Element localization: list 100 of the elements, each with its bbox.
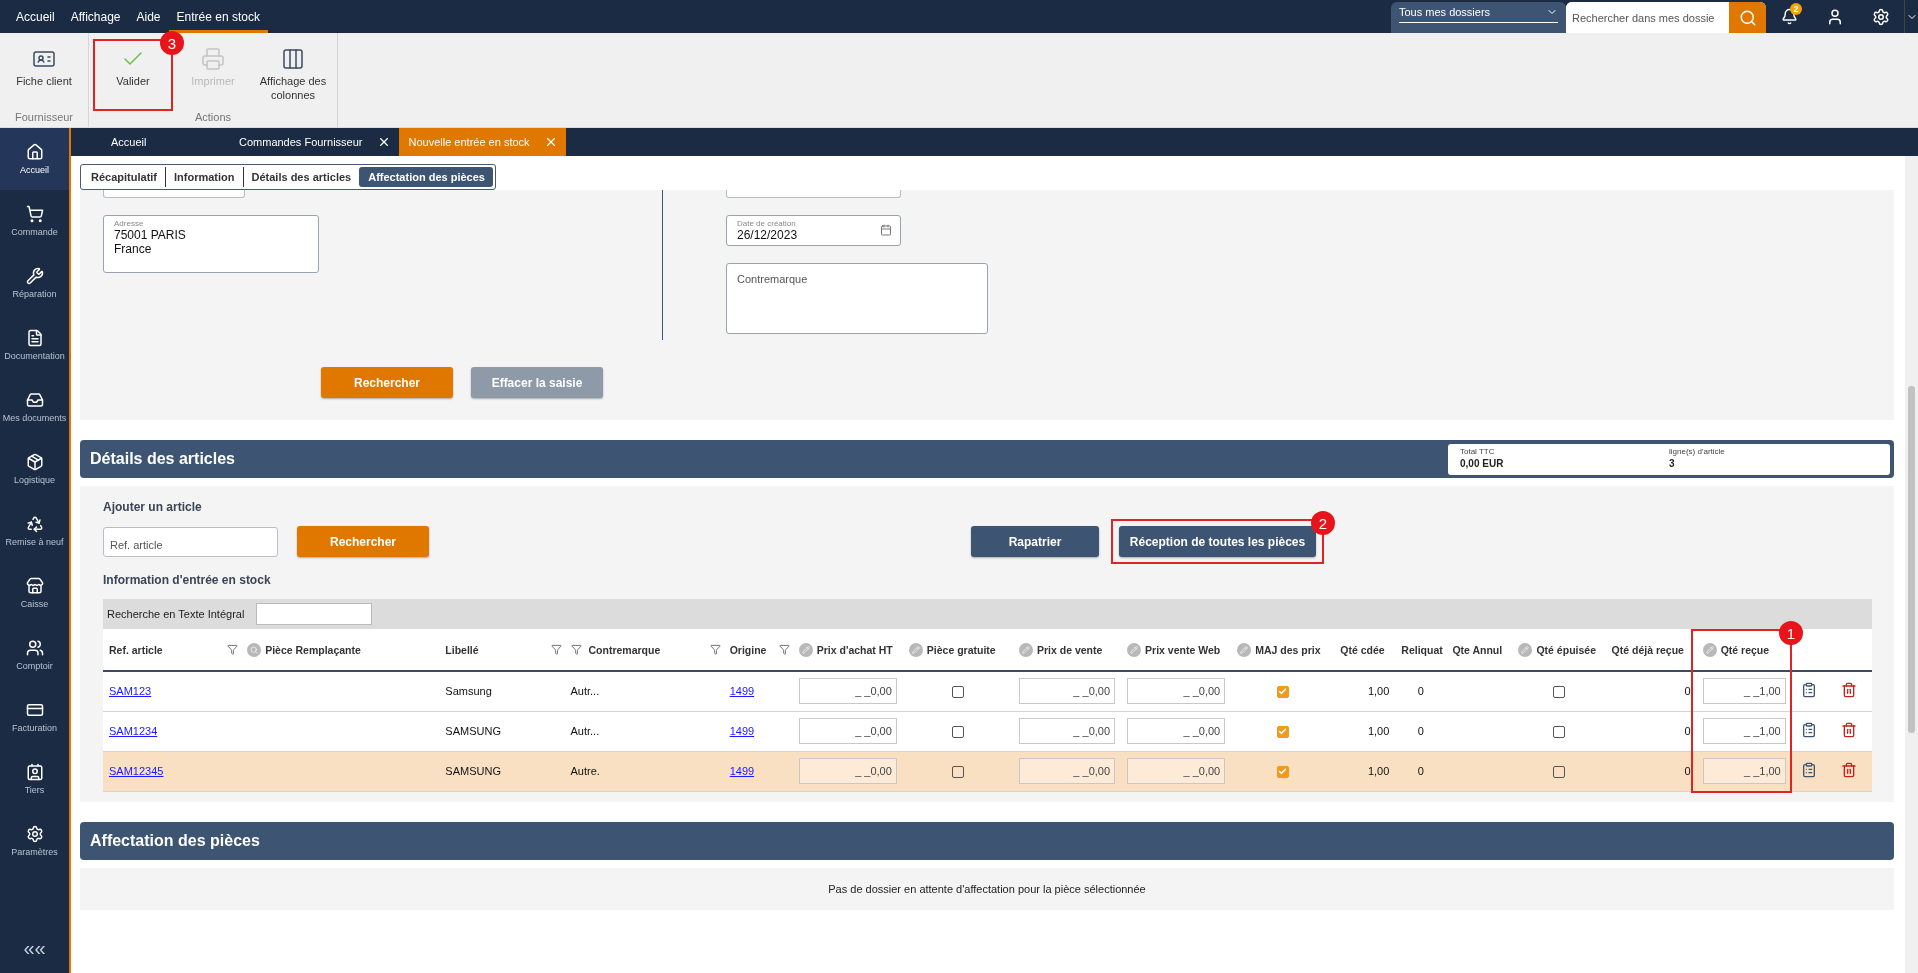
filter-icon[interactable]: [227, 644, 239, 655]
table-cell: 0: [1684, 765, 1691, 777]
number-field[interactable]: _ _1,00: [1702, 758, 1786, 784]
trash-icon[interactable]: [1840, 722, 1857, 738]
number-field[interactable]: _ _0,00: [798, 718, 897, 744]
sidebar-item[interactable]: Mes documents: [0, 376, 69, 438]
document-tab[interactable]: Commandes Fournisseur: [222, 128, 399, 156]
number-field[interactable]: _ _0,00: [1127, 678, 1226, 705]
ribbon-button[interactable]: Fiche client: [7, 42, 81, 108]
checkbox[interactable]: [1276, 725, 1289, 738]
sidebar-item[interactable]: Paramètres: [0, 810, 69, 872]
input-field[interactable]: [726, 190, 901, 198]
checkbox[interactable]: [1276, 685, 1289, 698]
address-field[interactable]: Adresse 75001 PARIS France: [103, 215, 319, 273]
column-title: Qté épuisée: [1536, 643, 1596, 656]
ribbon-button[interactable]: Affichage des colonnes: [256, 42, 330, 108]
repatriate-button[interactable]: Rapatrier: [971, 526, 1099, 557]
search-field[interactable]: Rechercher dans mes dossie: [1566, 2, 1766, 33]
filter-icon[interactable]: [570, 644, 582, 655]
checkbox[interactable]: [1553, 685, 1565, 698]
caret-button[interactable]: [1904, 0, 1918, 33]
number-field[interactable]: _ _1,00: [1702, 718, 1786, 744]
contact-card-icon: [25, 763, 44, 781]
subsection-title: Ajouter un article: [103, 500, 203, 514]
annotation-number: 3: [160, 31, 184, 55]
filter-icon[interactable]: [550, 644, 562, 655]
table-cell: Autre.: [570, 765, 600, 777]
section-tab[interactable]: Affectation des pièces: [359, 167, 493, 187]
number-field[interactable]: _ _0,00: [1127, 718, 1226, 744]
edit-icon: [1237, 642, 1252, 657]
sidebar-item[interactable]: Commande: [0, 190, 69, 252]
table-cell: 0: [1417, 765, 1424, 777]
menu-item[interactable]: Accueil: [8, 0, 63, 33]
user-icon: [1826, 7, 1844, 26]
scrollbar[interactable]: [1905, 156, 1918, 973]
filter-icon[interactable]: [709, 644, 721, 655]
sidebar-item[interactable]: Comptoir: [0, 624, 69, 686]
receive-all-button[interactable]: Réception de toutes les pièces: [1119, 526, 1316, 557]
article-link[interactable]: SAM1234: [109, 725, 158, 737]
trash-icon[interactable]: [1840, 762, 1857, 778]
checkbox[interactable]: [1276, 765, 1289, 778]
table-cell: 1,00: [1367, 765, 1390, 777]
number-field[interactable]: _ _0,00: [1018, 718, 1116, 744]
checkbox[interactable]: [951, 725, 964, 738]
menu-item[interactable]: Affichage: [62, 0, 129, 33]
sidebar-item[interactable]: Logistique: [0, 438, 69, 500]
number-field[interactable]: _ _0,00: [1018, 758, 1116, 784]
settings-icon: [1872, 7, 1890, 26]
origin-link[interactable]: 1499: [729, 685, 755, 698]
number-field[interactable]: _ _0,00: [798, 678, 897, 705]
sidebar-item[interactable]: Caisse: [0, 562, 69, 624]
table-cell: 1,00: [1367, 685, 1390, 698]
checkbox[interactable]: [1553, 765, 1565, 778]
collapse-button[interactable]: ««: [0, 923, 69, 973]
number-field[interactable]: _ _1,00: [1702, 678, 1786, 705]
checkbox[interactable]: [1553, 725, 1565, 738]
document-tab[interactable]: Accueil: [94, 128, 222, 156]
number-field[interactable]: _ _0,00: [798, 758, 897, 784]
fulltext-label: Recherche en Texte Intégral: [107, 608, 245, 620]
section-title: Affectation des pièces: [90, 831, 260, 850]
sidebar-item[interactable]: Tiers: [0, 748, 69, 810]
input-field[interactable]: [103, 190, 245, 198]
wrench-icon: [25, 267, 44, 285]
sidebar-item[interactable]: Accueil: [0, 128, 69, 190]
sidebar-item[interactable]: Remise à neuf: [0, 500, 69, 562]
column-title: Pièce Remplaçante: [265, 643, 361, 656]
menu-item[interactable]: Aide: [128, 0, 169, 33]
card-icon: [25, 701, 44, 719]
settings-icon: [25, 825, 44, 843]
sidebar-item[interactable]: Documentation: [0, 314, 69, 376]
total-value: 3: [1669, 457, 1676, 469]
trash-icon[interactable]: [1840, 682, 1857, 699]
number-field[interactable]: _ _0,00: [1127, 758, 1226, 784]
filter-icon[interactable]: [778, 644, 790, 655]
inbox-icon: [25, 391, 44, 409]
origin-link[interactable]: 1499: [729, 765, 755, 777]
clipboard-icon[interactable]: [1800, 762, 1817, 778]
sidebar-item[interactable]: Réparation: [0, 252, 69, 314]
fulltext-field[interactable]: [256, 603, 373, 625]
search-button[interactable]: [1729, 2, 1766, 33]
article-link[interactable]: SAM12345: [109, 765, 164, 777]
origin-link[interactable]: 1499: [729, 725, 755, 737]
contremarque-field[interactable]: Contremarque: [726, 263, 988, 334]
sidebar-item[interactable]: Facturation: [0, 686, 69, 748]
clipboard-icon[interactable]: [1800, 682, 1817, 699]
clipboard-icon[interactable]: [1800, 722, 1817, 738]
reference-field[interactable]: Ref. article: [103, 526, 278, 557]
checkbox[interactable]: [951, 765, 964, 778]
number-field[interactable]: _ _0,00: [1018, 678, 1116, 705]
folder-select[interactable]: Tous mes dossiers: [1391, 2, 1566, 33]
calendar-icon: [880, 224, 892, 236]
column-title: Contremarque: [588, 643, 661, 656]
column-title: Libellé: [445, 643, 479, 656]
columns-icon: [281, 47, 305, 71]
checkbox[interactable]: [951, 685, 964, 698]
date-field[interactable]: Date de création 26/12/2023: [726, 215, 901, 246]
table-cell: SAMSUNG: [445, 725, 501, 737]
annotation-number: 2: [1311, 511, 1335, 535]
bell-icon: [1780, 8, 1798, 25]
article-link[interactable]: SAM123: [109, 685, 152, 698]
